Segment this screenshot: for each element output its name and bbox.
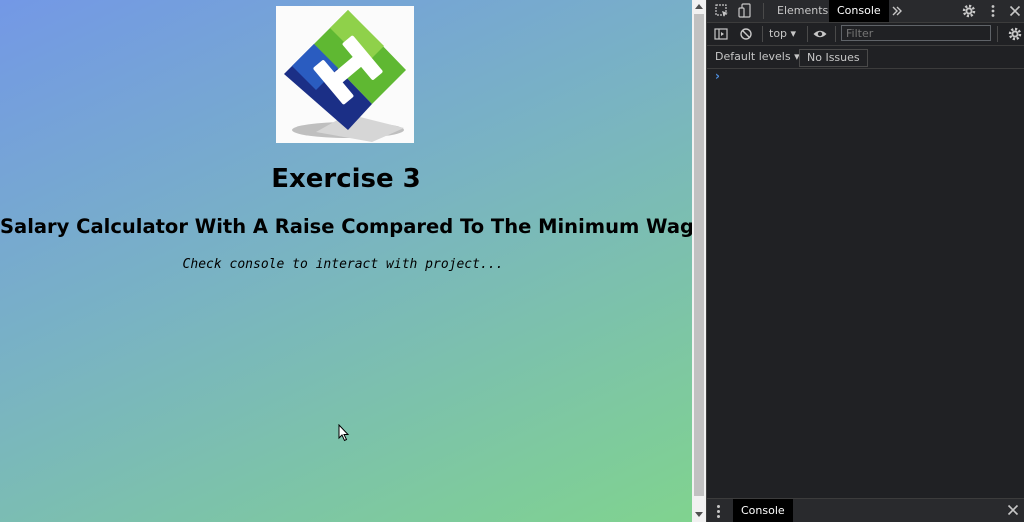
close-icon[interactable]	[1007, 3, 1023, 19]
clear-console-icon[interactable]	[738, 26, 754, 42]
sidebar-toggle-icon[interactable]	[713, 26, 729, 42]
log-levels-dropdown[interactable]: Default levels ▾	[715, 46, 800, 68]
kebab-menu-icon[interactable]	[985, 3, 1001, 19]
inspect-element-icon[interactable]	[714, 3, 730, 19]
device-toolbar-icon[interactable]	[737, 3, 753, 19]
chevron-down-icon: ▾	[790, 27, 797, 40]
more-tabs-icon[interactable]	[889, 3, 905, 19]
eye-icon[interactable]	[812, 26, 828, 42]
console-settings-icon[interactable]	[1007, 26, 1023, 42]
settings-icon[interactable]	[961, 3, 977, 19]
console-hint: Check console to interact with project..…	[182, 257, 504, 272]
tab-console[interactable]: Console	[829, 0, 889, 22]
page-subtitle: Salary Calculator With A Raise Compared …	[0, 215, 692, 238]
scrollbar-thumb[interactable]	[694, 14, 704, 496]
scroll-up-icon[interactable]	[695, 4, 703, 9]
page-title: Exercise 3	[271, 164, 421, 194]
context-selector[interactable]: top ▾	[769, 23, 796, 45]
webpage: Exercise 3 Salary Calculator With A Rais…	[0, 0, 692, 522]
mouse-cursor-icon	[338, 423, 350, 446]
console-filter-input[interactable]	[841, 25, 991, 41]
tab-elements[interactable]: Elements	[769, 0, 836, 22]
page-scrollbar[interactable]	[692, 0, 706, 522]
drawer-menu-icon[interactable]	[717, 505, 720, 520]
issues-button[interactable]: No Issues	[799, 49, 868, 67]
drawer-close-icon[interactable]	[1005, 502, 1021, 518]
context-label: top	[769, 27, 788, 40]
drawer-tab-console[interactable]: Console	[733, 499, 793, 522]
console-levels-bar: Default levels ▾ No Issues	[707, 46, 1024, 69]
log-levels-label: Default levels	[715, 50, 791, 63]
devtools-panel: Elements Console top ▾ Filter Default le…	[706, 0, 1024, 522]
scroll-down-icon[interactable]	[695, 512, 703, 517]
devtools-drawer: Console	[707, 498, 1024, 522]
site-logo	[276, 6, 414, 143]
devtools-tabbar: Elements Console	[707, 0, 1024, 23]
console-toolbar: top ▾	[707, 23, 1024, 46]
console-prompt[interactable]: ›	[715, 69, 720, 83]
